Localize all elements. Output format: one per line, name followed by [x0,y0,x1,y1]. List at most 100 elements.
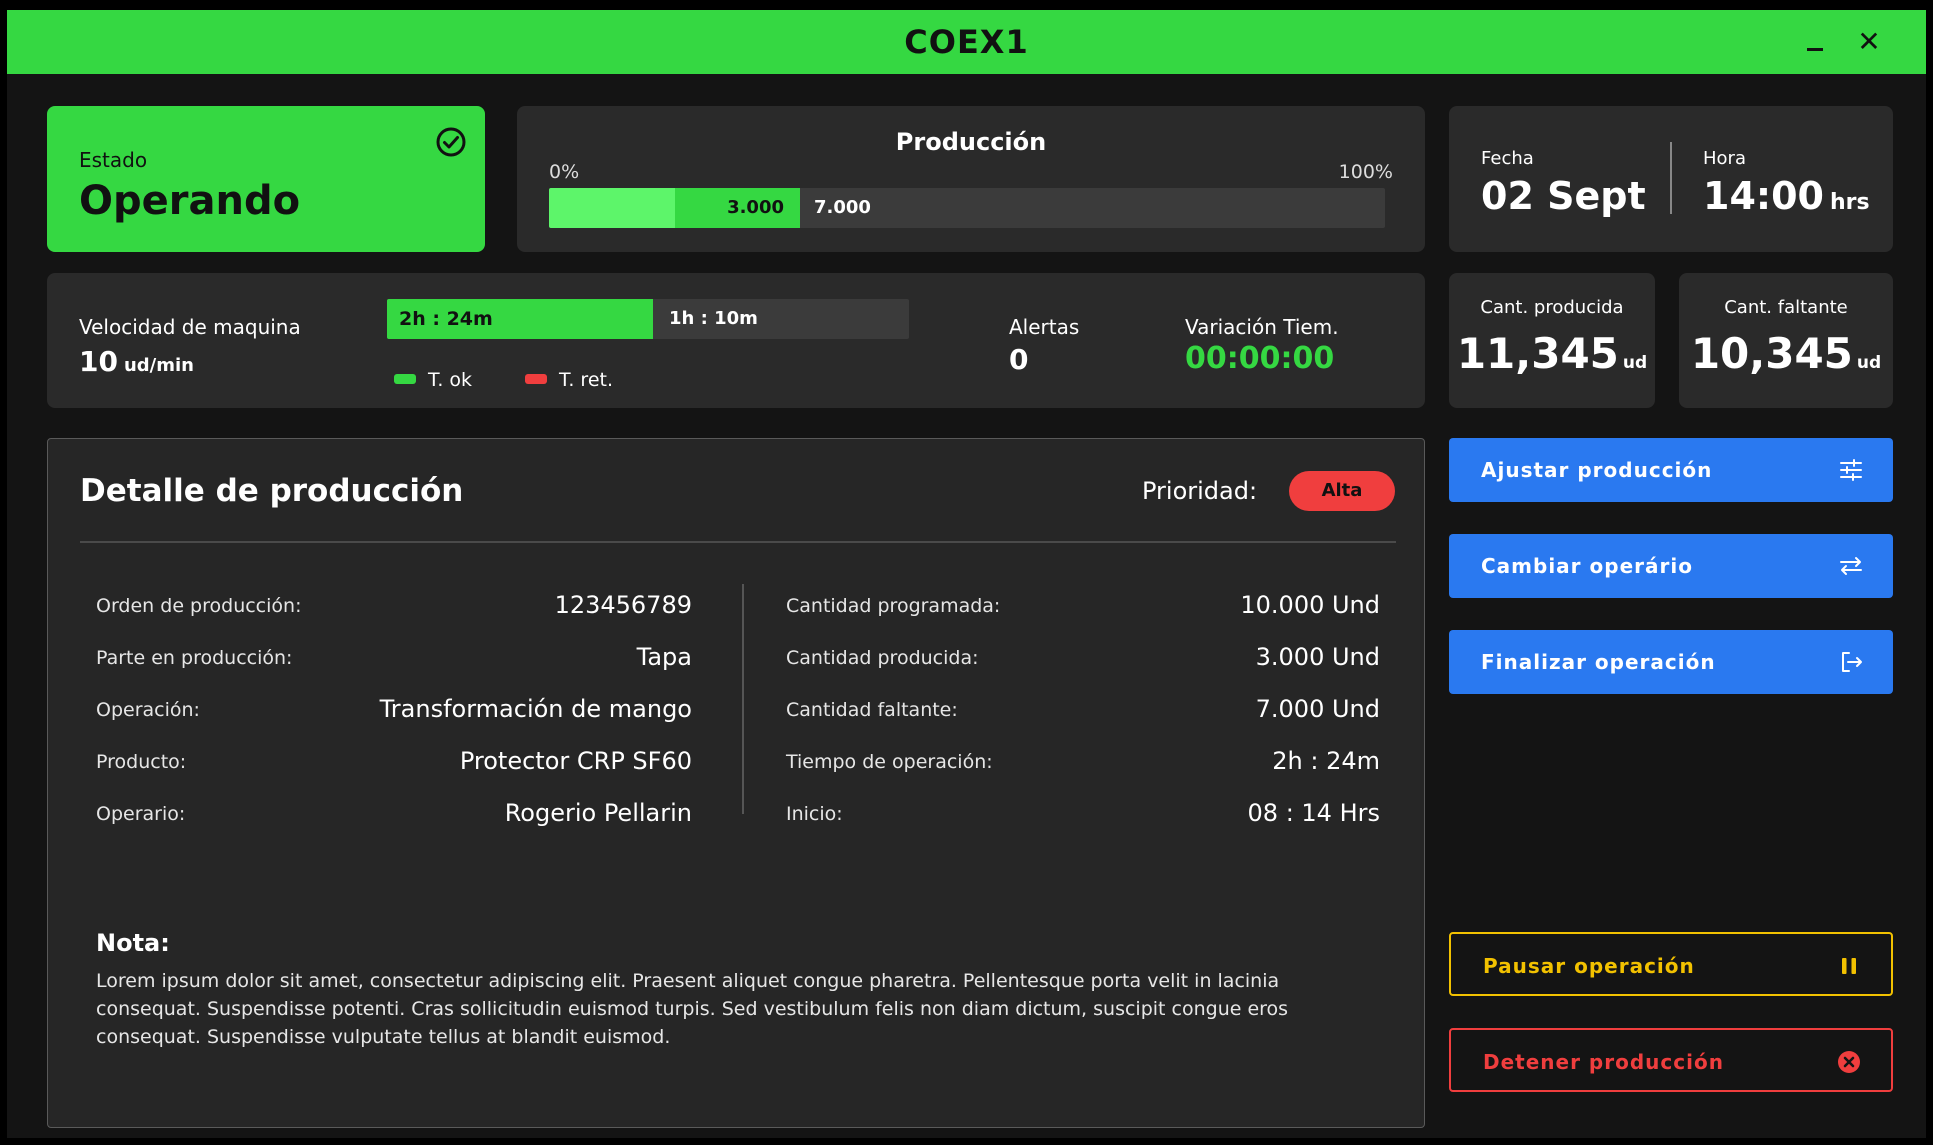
detalle-column-divider [742,584,744,814]
cant-faltante-value: 10,345 [1690,329,1853,378]
detail-key: Operario: [96,803,186,825]
produced-value: 3.000 [727,197,784,218]
stop-circle-icon [1838,1051,1860,1073]
fecha-hora-card: Fecha 02 Sept Hora 14:00 hrs [1449,106,1893,252]
produccion-progress-bar: 3.000 7.000 [549,188,1385,228]
detail-value: Tapa [636,643,692,671]
detail-value: Transformación de mango [379,695,692,723]
hora-value: 14:00 [1703,174,1824,218]
detail-key: Tiempo de operación: [786,751,993,773]
window-title: COEX1 [904,23,1029,61]
fecha-hora-divider [1670,142,1672,214]
tiempo-ret-value: 1h : 10m [669,308,758,329]
detail-row: Cantidad producida: 3.000 Und [786,643,1380,673]
detail-key: Producto: [96,751,187,773]
velocidad-unit: ud/min [123,355,194,376]
velocidad-label: Velocidad de maquina [79,315,301,339]
nota-text: Lorem ipsum dolor sit amet, consectetur … [96,970,1289,1048]
pause-icon [1842,958,1856,974]
detail-row: Cantidad faltante: 7.000 Und [786,695,1380,725]
velocidad-card: Velocidad de maquina 10 ud/min 2h : 24m 1… [47,273,1425,408]
check-circle-icon [436,127,466,157]
cant-producida-display: 11,345 ud [1449,329,1655,378]
detail-value: Protector CRP SF60 [459,747,692,775]
cant-producida-card: Cant. producida 11,345 ud [1449,273,1655,408]
detalle-panel: Detalle de producción Prioridad: Alta Or… [47,438,1425,1128]
detener-produccion-label: Detener producción [1483,1050,1724,1074]
cant-producida-value: 11,345 [1456,329,1619,378]
detail-value: Rogerio Pellarin [504,799,692,827]
detail-row: Orden de producción: 123456789 [96,591,692,621]
sliders-icon [1840,459,1862,481]
cant-faltante-unit: ud [1856,353,1882,373]
detail-value: 3.000 Und [1255,643,1380,671]
detail-key: Parte en producción: [96,647,293,669]
detail-value: 08 : 14 Hrs [1247,799,1380,827]
cant-producida-label: Cant. producida [1480,297,1624,318]
cambiar-operario-label: Cambiar operário [1481,554,1693,578]
legend-ok-swatch [394,374,416,384]
legend-ret: T. ret. [525,369,613,391]
detail-row: Producto: Protector CRP SF60 [96,747,692,777]
detail-row: Parte en producción: Tapa [96,643,692,673]
variacion-label: Variación Tiem. [1185,315,1339,339]
tiempo-bar: 2h : 24m 1h : 10m [387,299,909,339]
close-button[interactable]: ✕ [1847,20,1891,64]
cambiar-operario-button[interactable]: Cambiar operário [1449,534,1893,598]
cant-faltante-card: Cant. faltante 10,345 ud [1679,273,1893,408]
prioridad-badge[interactable]: Alta [1289,471,1395,511]
app-window: COEX1 ✕ Estado Operando Producción 0% 10… [7,10,1926,1138]
detener-produccion-button[interactable]: Detener producción [1449,1028,1893,1092]
cant-faltante-display: 10,345 ud [1679,329,1893,378]
hora-display: 14:00 hrs [1703,174,1870,218]
produccion-max-label: 100% [1338,161,1393,183]
minimize-icon [1807,48,1823,51]
logout-icon [1842,652,1862,672]
produccion-min-label: 0% [549,161,580,183]
nota-label: Nota: [96,929,170,957]
legend-ret-swatch [525,374,547,384]
ajustar-produccion-button[interactable]: Ajustar producción [1449,438,1893,502]
fecha-value: 02 Sept [1481,174,1646,218]
detail-key: Operación: [96,699,200,721]
legend-ret-label: T. ret. [559,369,614,391]
hora-label: Hora [1703,148,1746,169]
detalle-divider [80,541,1396,543]
fecha-label: Fecha [1481,148,1534,169]
estado-label: Estado [79,148,148,172]
finalizar-operacion-button[interactable]: Finalizar operación [1449,630,1893,694]
detail-row: Inicio: 08 : 14 Hrs [786,799,1380,829]
estado-value: Operando [79,178,301,224]
title-bar: COEX1 ✕ [7,10,1926,74]
detail-value: 2h : 24m [1272,747,1380,775]
velocidad-display: 10 ud/min [79,345,194,378]
minimize-button[interactable] [1793,20,1837,64]
alertas-label: Alertas [1009,315,1080,339]
pausar-operacion-button[interactable]: Pausar operación [1449,932,1893,996]
pausar-operacion-label: Pausar operación [1483,954,1695,978]
detail-value: 10.000 Und [1240,591,1380,619]
cant-producida-unit: ud [1622,353,1648,373]
tiempo-ok-value: 2h : 24m [399,308,493,330]
cant-faltante-label: Cant. faltante [1724,297,1848,318]
detail-row: Cantidad programada: 10.000 Und [786,591,1380,621]
legend-ok: T. ok [394,369,472,391]
remaining-value: 7.000 [814,197,871,218]
finalizar-operacion-label: Finalizar operación [1481,650,1716,674]
detail-row: Tiempo de operación: 2h : 24m [786,747,1380,777]
detail-value: 7.000 Und [1255,695,1380,723]
produccion-title: Producción [895,128,1047,156]
alertas-value: 0 [1009,343,1029,376]
legend-ok-label: T. ok [428,369,473,391]
velocidad-value: 10 [79,345,118,378]
detail-value: 123456789 [554,591,692,619]
variacion-value: 00:00:00 [1185,341,1335,376]
detail-key: Cantidad faltante: [786,699,958,721]
ajustar-produccion-label: Ajustar producción [1481,458,1713,482]
detail-row: Operación: Transformación de mango [96,695,692,725]
detalle-title: Detalle de producción [80,473,464,509]
detail-row: Operario: Rogerio Pellarin [96,799,692,829]
estado-card: Estado Operando [47,106,485,252]
detail-key: Cantidad producida: [786,647,979,669]
prioridad-label: Prioridad: [1142,477,1258,505]
